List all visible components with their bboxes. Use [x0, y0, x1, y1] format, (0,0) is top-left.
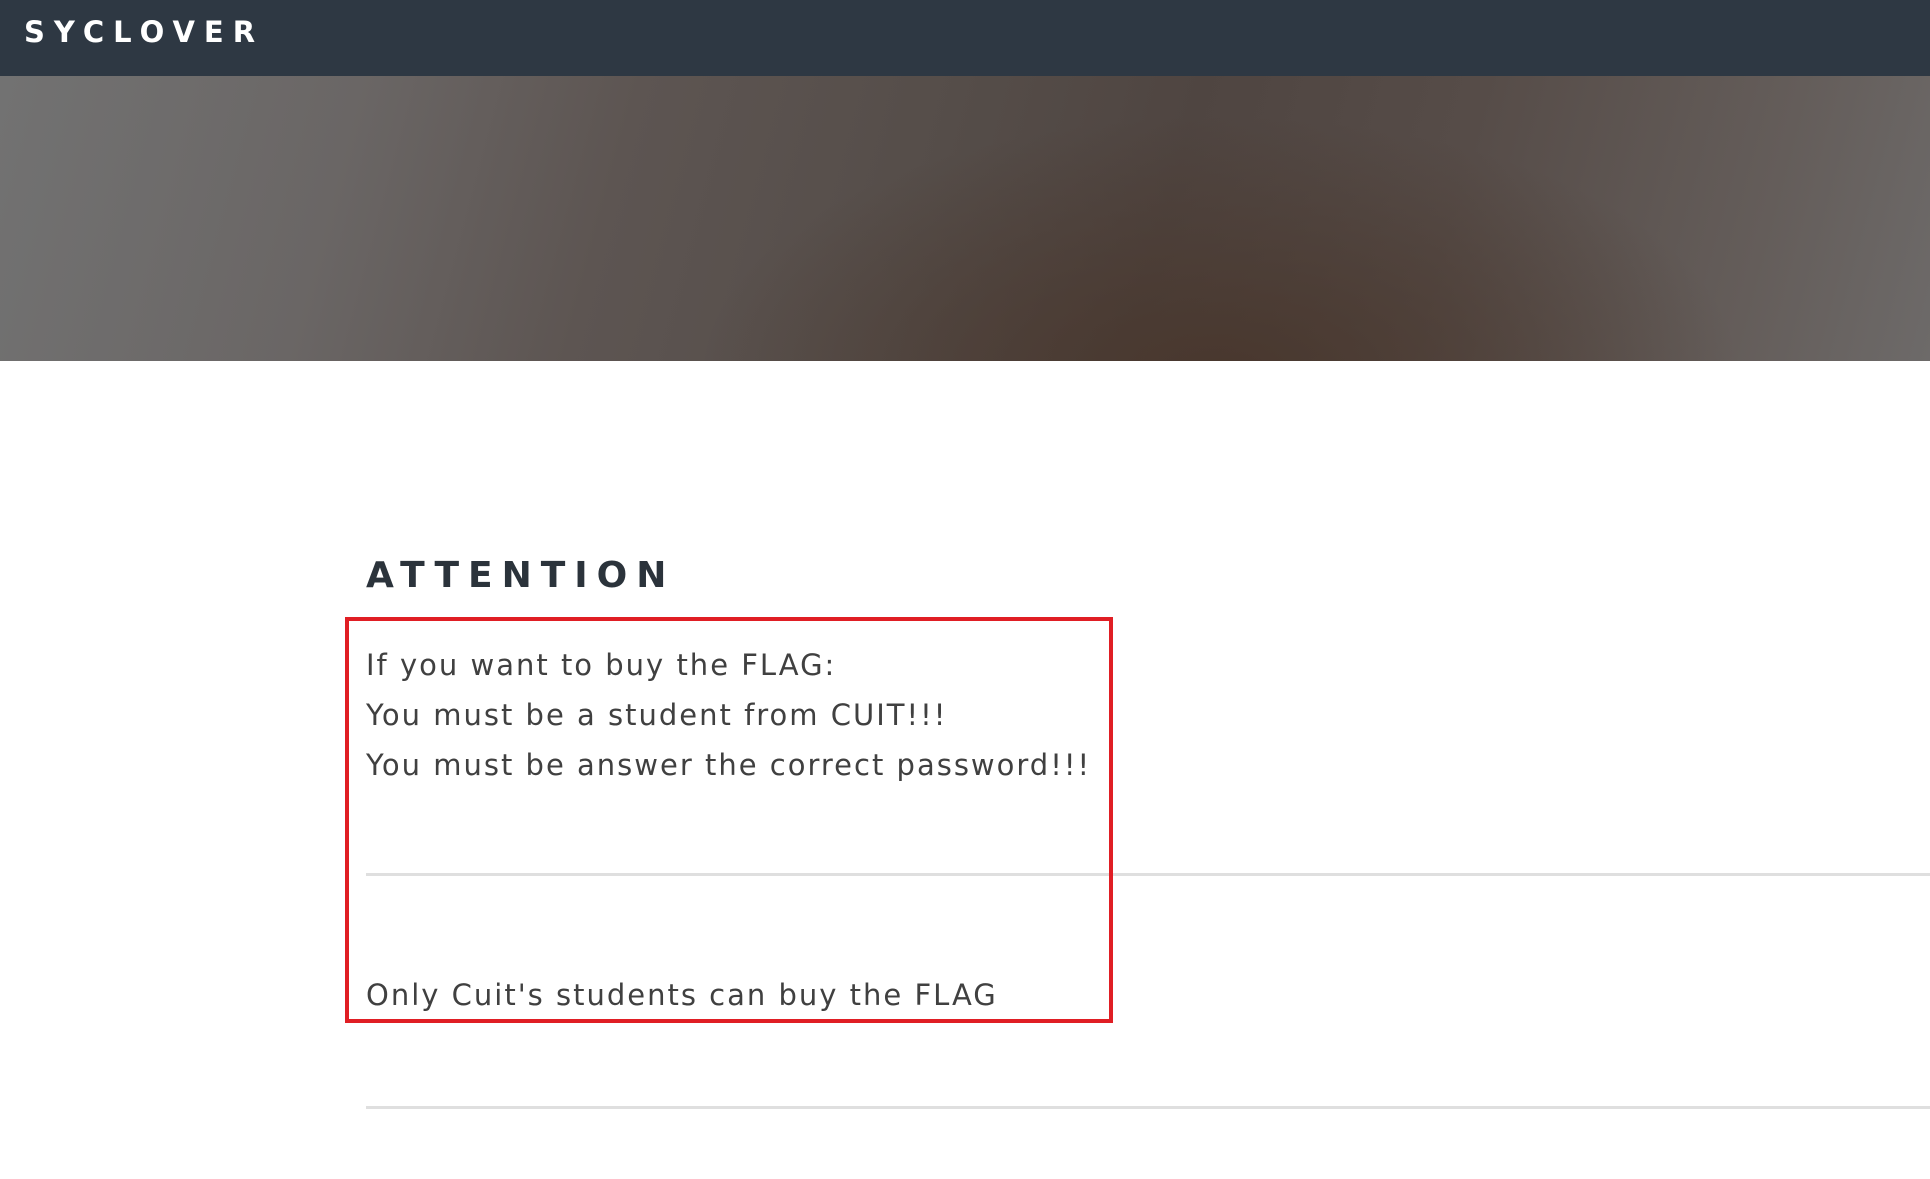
divider: [366, 1106, 1930, 1109]
footnote-text: Only Cuit's students can buy the FLAG: [366, 978, 998, 1012]
top-navbar: SYCLOVER: [0, 0, 1930, 76]
requirements-text: If you want to buy the FLAG: You must be…: [366, 640, 1091, 790]
requirement-line: If you want to buy the FLAG:: [366, 648, 837, 682]
divider: [366, 873, 1930, 876]
page-heading: ATTENTION: [366, 555, 676, 596]
header-banner-image: [0, 76, 1930, 361]
requirement-line: You must be a student from CUIT!!!: [366, 698, 948, 732]
requirement-line: You must be answer the correct password!…: [366, 748, 1092, 782]
brand-link[interactable]: SYCLOVER: [24, 14, 264, 50]
